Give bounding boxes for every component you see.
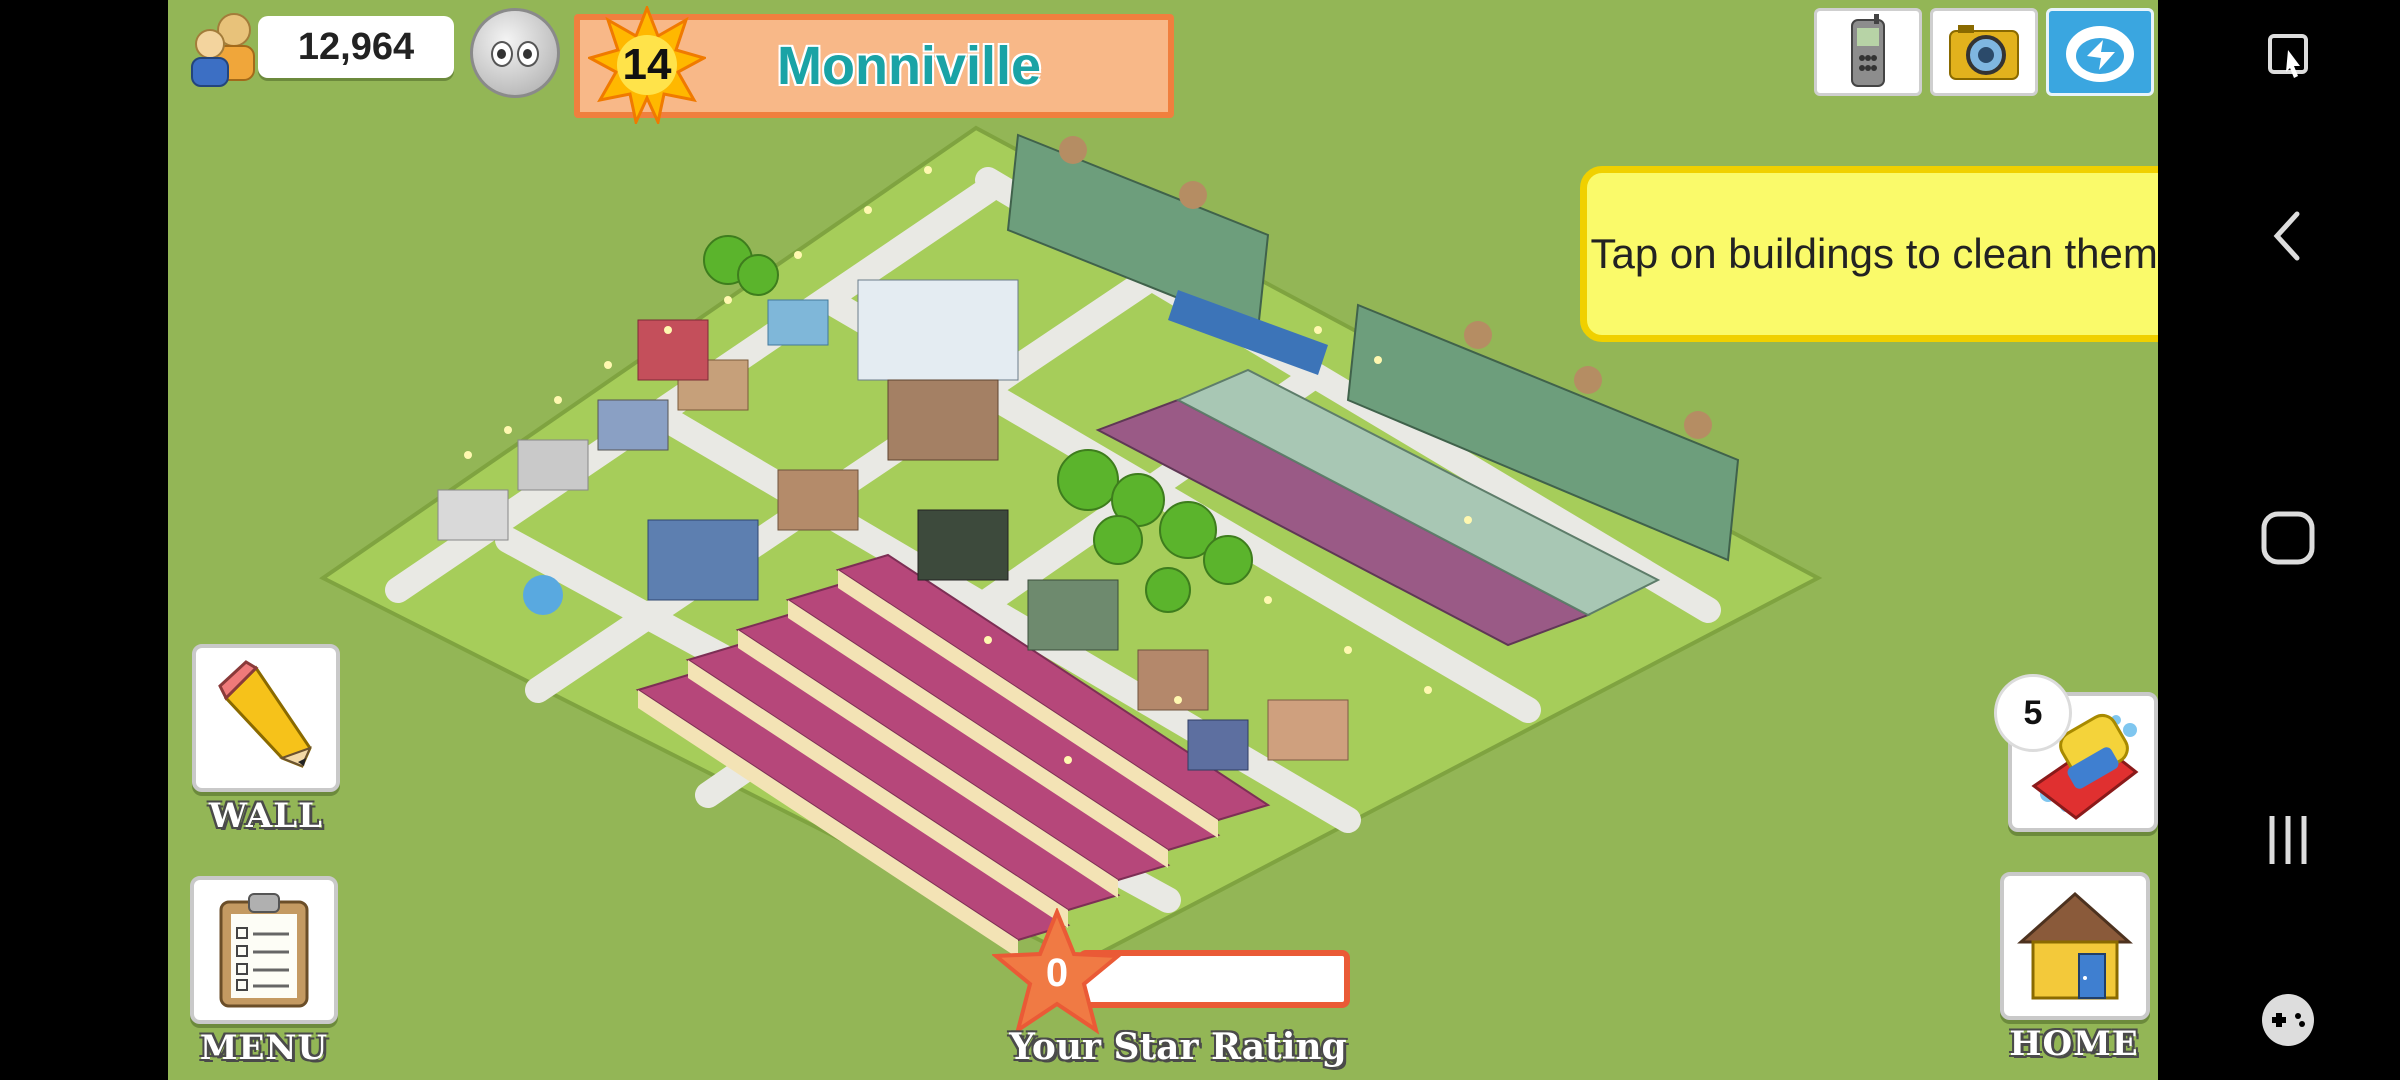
game-viewport[interactable]: 12,964 Monniville 14 Tap on buildings to… xyxy=(168,0,2158,1080)
screenshot-edit-button[interactable] xyxy=(2238,6,2338,106)
camera-button[interactable] xyxy=(1930,8,2038,96)
phone-icon xyxy=(1851,14,1885,87)
tip-bubble: Tap on buildings to clean them. xyxy=(1580,166,2158,342)
recent-apps-button[interactable] xyxy=(2238,790,2338,890)
gamepad-icon xyxy=(2262,994,2314,1046)
menu-label: MENU xyxy=(199,1028,329,1068)
home-nav-button[interactable] xyxy=(2238,488,2338,588)
share-button[interactable] xyxy=(2046,8,2154,96)
phone-button[interactable] xyxy=(1814,8,1922,96)
screenshot-edit-icon xyxy=(2268,34,2308,78)
back-icon xyxy=(2273,211,2300,261)
clean-count-badge: 5 xyxy=(1994,674,2072,752)
menu-button[interactable] xyxy=(190,876,338,1024)
population-count: 12,964 xyxy=(258,16,454,78)
camera-icon xyxy=(1949,25,2019,80)
alien-face-icon[interactable] xyxy=(470,8,560,98)
wall-label: WALL xyxy=(208,796,324,836)
pencil-icon xyxy=(218,660,312,768)
level-number: 14 xyxy=(622,40,672,89)
home-label: HOME xyxy=(2009,1024,2139,1064)
home-nav-icon xyxy=(2261,511,2315,565)
share-icon xyxy=(2066,26,2134,82)
system-navigation-bar xyxy=(2176,0,2400,1080)
recent-apps-icon xyxy=(2269,816,2307,864)
star-rating-label: Your Star Rating xyxy=(1009,1026,1347,1068)
clipboard-icon xyxy=(219,893,309,1008)
people-icon xyxy=(191,13,255,87)
back-button[interactable] xyxy=(2238,186,2338,286)
game-tools-button[interactable] xyxy=(2238,970,2338,1070)
city-map[interactable] xyxy=(168,0,2158,1080)
wall-button[interactable] xyxy=(192,644,340,792)
home-button[interactable] xyxy=(2000,872,2150,1020)
star-rating-value: 0 xyxy=(1045,950,1069,995)
house-icon xyxy=(2017,891,2133,1000)
tip-text: Tap on buildings to clean them. xyxy=(1590,230,2158,277)
